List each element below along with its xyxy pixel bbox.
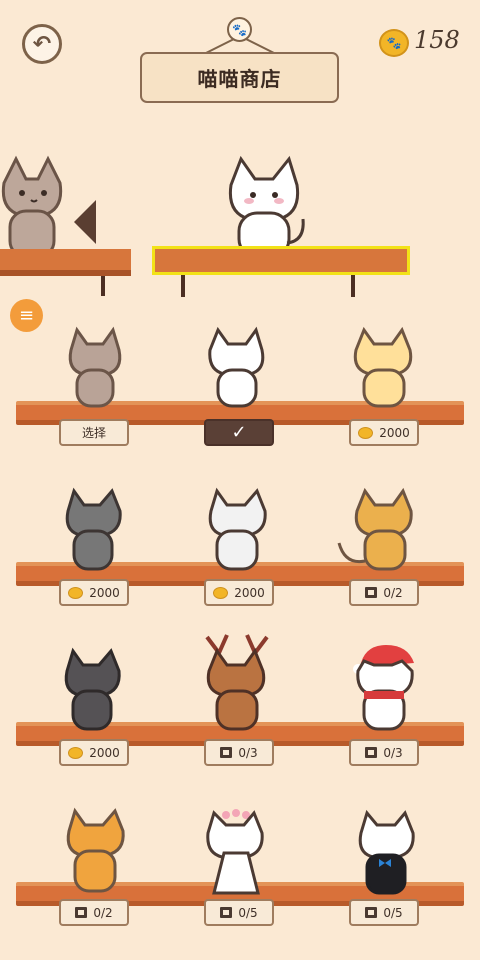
shop-item-6-video-button[interactable]: 0/2 <box>349 579 419 606</box>
coin-icon: 🐾 <box>379 29 409 57</box>
cat-santa[interactable] <box>346 641 424 733</box>
cat-white[interactable] <box>202 326 274 410</box>
coin-icon <box>68 746 84 759</box>
shop-item-10-video-button[interactable]: 0/2 <box>59 899 129 926</box>
coin-count: 158 <box>414 26 460 54</box>
preview-shelf-left <box>0 249 131 276</box>
coin-icon <box>213 586 229 599</box>
shop-item-11-progress: 0/5 <box>238 905 258 920</box>
cat-tabby[interactable] <box>63 326 127 410</box>
shop-item-12-video-button[interactable]: 0/5 <box>349 899 419 926</box>
cat-black[interactable] <box>55 647 127 733</box>
shop-item-9-video-button[interactable]: 0/3 <box>349 739 419 766</box>
shop-item-9-progress: 0/3 <box>383 745 403 760</box>
video-icon <box>220 907 233 918</box>
shop-item-12-progress: 0/5 <box>383 905 403 920</box>
shop-item-8-video-button[interactable]: 0/3 <box>204 739 274 766</box>
shop-item-10-progress: 0/2 <box>93 905 113 920</box>
page-title: 喵喵商店 <box>140 52 339 103</box>
shop-item-1-label: 选择 <box>81 426 106 440</box>
list-menu-button[interactable]: ≡ <box>10 299 43 332</box>
cat-bride[interactable] <box>196 805 276 897</box>
coin-icon <box>358 426 374 439</box>
cat-gray[interactable] <box>56 487 128 573</box>
preview-shelf-selected <box>152 246 410 275</box>
shop-item-4-buy-button[interactable]: 2000 <box>59 579 129 606</box>
shop-item-2-selected-button[interactable]: ✓ <box>204 419 274 446</box>
shop-item-3-buy-button[interactable]: 2000 <box>349 419 419 446</box>
shop-item-1-select-button[interactable]: 选择 <box>59 419 129 446</box>
cat-reindeer[interactable] <box>199 631 279 733</box>
coin-icon <box>68 586 84 599</box>
shop-item-8-progress: 0/3 <box>238 745 258 760</box>
back-arrow-icon: ↶ <box>32 31 52 57</box>
checkmark-icon: ✓ <box>231 422 247 443</box>
shop-item-7-buy-button[interactable]: 2000 <box>59 739 129 766</box>
cat-yellow[interactable] <box>348 326 418 410</box>
video-icon <box>365 907 378 918</box>
cat-tuxedo[interactable] <box>347 805 423 897</box>
shelf-leg <box>101 276 105 296</box>
cat-orange-tabby[interactable] <box>337 487 419 573</box>
preview-cat-tabby <box>0 155 64 263</box>
shelf-leg <box>181 275 185 297</box>
previous-arrow-button[interactable] <box>74 200 96 244</box>
paw-icon: 🐾 <box>227 17 252 42</box>
shop-item-4-price: 2000 <box>89 585 120 600</box>
video-icon <box>75 907 88 918</box>
shop-item-7-price: 2000 <box>89 745 120 760</box>
shelf-leg <box>351 275 355 297</box>
cat-calico[interactable] <box>57 807 131 895</box>
video-icon <box>365 747 378 758</box>
back-button[interactable]: ↶ <box>22 24 62 64</box>
video-icon <box>220 747 233 758</box>
video-icon <box>365 587 378 598</box>
list-icon: ≡ <box>18 305 35 326</box>
shop-item-5-buy-button[interactable]: 2000 <box>204 579 274 606</box>
shop-item-11-video-button[interactable]: 0/5 <box>204 899 274 926</box>
shop-item-3-price: 2000 <box>379 425 410 440</box>
shop-item-5-price: 2000 <box>234 585 265 600</box>
cat-silver-tabby[interactable] <box>199 487 273 573</box>
shop-item-6-progress: 0/2 <box>383 585 403 600</box>
